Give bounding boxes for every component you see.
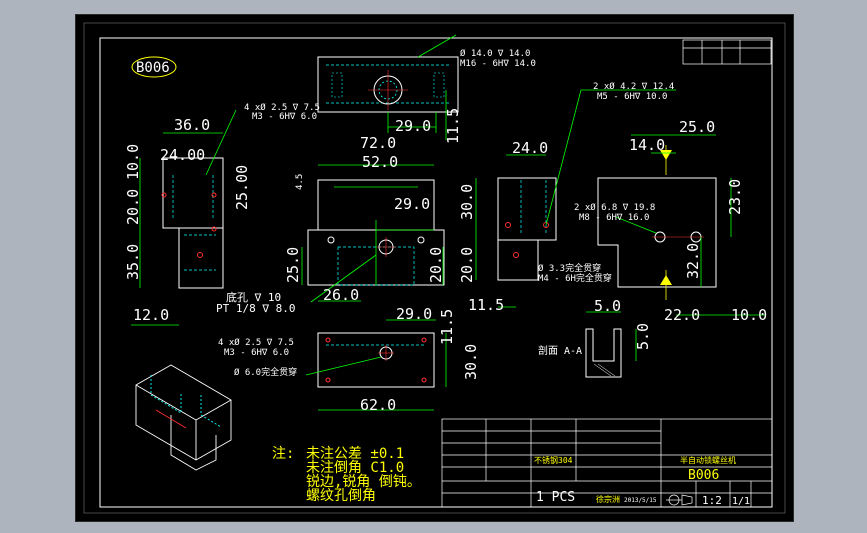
dim-top-thread: M16 - 6H∇ 14.0 xyxy=(460,59,536,69)
dim-right-32: 32.0 xyxy=(684,243,702,279)
dim-right-14: 14.0 xyxy=(629,136,665,154)
dim-front-25: 25.0 xyxy=(284,247,302,283)
tb-scale: 1:2 xyxy=(702,494,722,507)
dim-side-30: 30.0 xyxy=(458,184,476,220)
cad-drawing: B006 Ø 14.0 ∇ 14.0 M16 - 6H∇ 14.0 29.0 1… xyxy=(83,22,786,514)
dim-section-5-b: 5.0 xyxy=(634,323,652,350)
dim-section-5-a: 5.0 xyxy=(594,297,621,315)
dim-right-23: 23.0 xyxy=(726,179,744,215)
dim-side-24: 24.0 xyxy=(512,139,548,157)
tb-date: 2013/5/15 xyxy=(624,497,657,504)
isometric-view xyxy=(135,364,232,471)
dim-front-52: 52.0 xyxy=(362,153,398,171)
dim-side-m4: M4 - 6H完全贯穿 xyxy=(538,272,612,284)
right-view xyxy=(597,134,766,316)
dim-left-25: 25.00 xyxy=(233,165,251,210)
dim-bottom-hole: 4 xØ 2.5 ∇ 7.5 xyxy=(218,337,294,348)
dim-left-thread: M3 - 6H∇ 6.0 xyxy=(252,112,317,122)
dim-side-through: Ø 3.3完全贯穿 xyxy=(538,262,601,274)
dim-top-29: 29.0 xyxy=(395,117,431,135)
dim-front-26: 26.0 xyxy=(323,286,359,304)
section-arrow-bottom xyxy=(660,275,672,285)
drawing-canvas: B006 Ø 14.0 ∇ 14.0 M16 - 6H∇ 14.0 29.0 1… xyxy=(75,14,794,522)
dim-front-4-5: 4.5 xyxy=(295,174,305,190)
projection-symbol-icon xyxy=(666,494,693,506)
tb-project: 半自动锁螺丝机 xyxy=(680,455,736,465)
dim-side-thread: M5 - 6H∇ 10.0 xyxy=(597,92,667,102)
revision-box xyxy=(682,39,772,65)
dim-left-20: 20.0 xyxy=(124,189,142,225)
dim-side-11-5: 11.5 xyxy=(468,296,504,314)
section-aa xyxy=(585,311,637,378)
dim-side-20: 20.0 xyxy=(458,247,476,283)
left-view xyxy=(131,109,237,326)
tb-material: 不锈钢304 xyxy=(534,455,573,465)
dim-bottom-30: 30.0 xyxy=(462,344,480,380)
tb-sheet: 1/1 xyxy=(732,496,750,507)
dim-top-hole: Ø 14.0 ∇ 14.0 xyxy=(460,48,530,59)
dim-bottom-through: Ø 6.0完全贯穿 xyxy=(234,366,297,378)
dim-top-11-5: 11.5 xyxy=(444,108,462,144)
dim-left-24: 24.00 xyxy=(160,146,205,164)
dim-front-72: 72.0 xyxy=(360,134,396,152)
section-label: 剖面 A-A xyxy=(538,344,582,357)
dim-front-20: 20.0 xyxy=(427,247,445,283)
dim-bottom-62: 62.0 xyxy=(360,396,396,414)
dim-right-thread: M8 - 6H∇ 16.0 xyxy=(579,213,649,223)
dim-bottom-thread: M3 - 6H∇ 6.0 xyxy=(224,348,289,358)
dim-right-10: 10.0 xyxy=(731,306,767,324)
dim-right-22: 22.0 xyxy=(664,306,700,324)
dim-right-hole: 2 xØ 6.8 ∇ 19.8 xyxy=(574,202,655,213)
dim-left-12: 12.0 xyxy=(133,306,169,324)
dim-side-hole: 2 xØ 4.2 ∇ 12.4 xyxy=(593,81,674,92)
tb-designer: 徐宗洲 xyxy=(596,494,620,504)
dim-front-pt: PT 1/8 ∇ 8.0 xyxy=(216,302,295,315)
notes-title: 注: xyxy=(272,446,294,462)
front-view xyxy=(301,164,445,303)
dim-left-36: 36.0 xyxy=(174,116,210,134)
part-id-label: B006 xyxy=(136,60,170,76)
dim-left-10: 10.0 xyxy=(124,144,142,180)
dim-right-25: 25.0 xyxy=(679,118,715,136)
tb-drawing-no: B006 xyxy=(688,468,719,483)
note-line-4: 螺纹孔倒角 xyxy=(306,488,376,504)
dim-bottom-11-5: 11.5 xyxy=(438,309,456,345)
dim-front-29: 29.0 xyxy=(394,195,430,213)
tb-quantity: 1 PCS xyxy=(536,490,575,505)
dim-left-35: 35.0 xyxy=(124,244,142,280)
dim-bottom-29: 29.0 xyxy=(396,305,432,323)
top-view xyxy=(317,34,459,140)
